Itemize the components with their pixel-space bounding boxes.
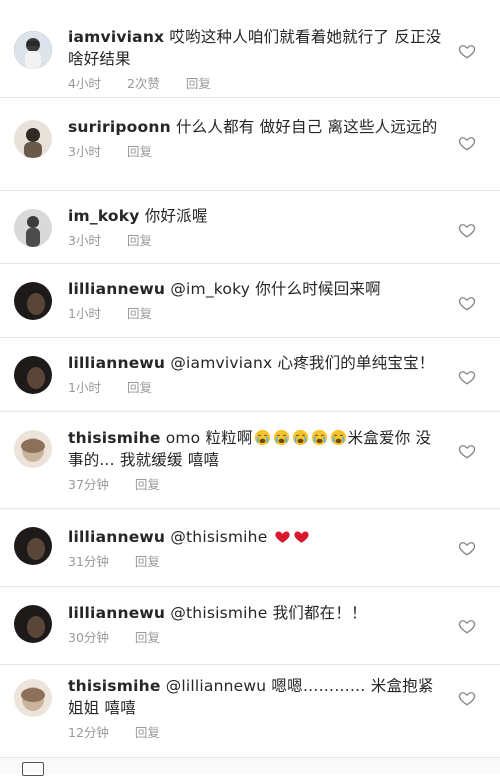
comment-item: lilliannewu @im_koky 你什么时候回来啊 1小时 回复 [0,264,500,338]
comment-meta: 3小时 回复 [68,144,444,160]
comment-body: @thisismihe [170,528,268,546]
comment-text: lilliannewu @im_koky 你什么时候回来啊 [68,278,444,300]
comment-time: 3小时 [68,233,101,248]
avatar[interactable] [14,31,52,69]
reply-button[interactable]: 回复 [135,630,160,645]
comment-username[interactable]: lilliannewu [68,354,165,372]
comment-time: 4小时 [68,76,101,91]
avatar[interactable] [14,209,52,247]
comment-meta: 1小时 回复 [68,380,444,396]
comment-username[interactable]: iamvivianx [68,28,164,46]
crying-face-icon [273,429,289,446]
comment-text: suriripoonn 什么人都有 做好自己 离这些人远远的 [68,116,444,138]
comment-body: @thisismihe 我们都在！！ [170,604,367,622]
comment-text: lilliannewu @thisismihe 我们都在！！ [68,602,444,624]
reply-button[interactable]: 回复 [127,144,152,159]
emoji-group [253,429,348,447]
red-heart-icon [274,531,290,543]
crying-face-icon [292,429,308,446]
comment-username[interactable]: suriripoonn [68,118,171,136]
comment-meta: 12分钟 回复 [68,725,444,741]
comment-body-start: omo 粒粒啊 [165,429,253,447]
comment-time: 1小时 [68,306,101,321]
comment-username[interactable]: im_koky [68,207,140,225]
comment-text: thisismihe omo 粒粒啊 米盒爱你 没事的... 我就缓缓 嘻嘻 [68,427,444,471]
comment-username[interactable]: thisismihe [68,677,161,695]
comment-meta: 37分钟 回复 [68,477,444,493]
reply-button[interactable]: 回复 [127,380,152,395]
comment-text: iamvivianx 哎哟这种人咱们就看着她就行了 反正没啥好结果 [68,26,444,70]
comment-username[interactable]: thisismihe [68,429,161,447]
comment-username[interactable]: lilliannewu [68,528,165,546]
crying-face-icon [330,429,346,446]
comment-text: im_koky 你好派喔 [68,205,444,227]
comment-time: 31分钟 [68,554,109,569]
avatar[interactable] [14,679,52,717]
heart-outline-icon[interactable] [458,134,476,152]
heart-outline-icon[interactable] [458,689,476,707]
comment-meta: 3小时 回复 [68,233,444,249]
comment-meta: 4小时 2次赞 回复 [68,76,444,92]
comment-item: lilliannewu @thisismihe 31分钟 回复 [0,509,500,587]
comment-time: 3小时 [68,144,101,159]
heart-outline-icon[interactable] [458,294,476,312]
comment-time: 30分钟 [68,630,109,645]
comment-time: 12分钟 [68,725,109,740]
crying-face-icon [311,429,327,446]
comment-body: 什么人都有 做好自己 离这些人远远的 [175,118,438,136]
comment-text: lilliannewu @thisismihe [68,526,444,548]
comment-text: thisismihe @lilliannewu 嗯嗯………… 米盒抱紧姐姐 嘻嘻 [68,675,444,719]
comment-body: @im_koky 你什么时候回来啊 [170,280,381,298]
avatar[interactable] [14,605,52,643]
comment-body: 你好派喔 [144,207,208,225]
comment-body: @iamvivianx 心疼我们的单纯宝宝！ [170,354,435,372]
heart-outline-icon[interactable] [458,539,476,557]
avatar[interactable] [14,120,52,158]
reply-button[interactable]: 回复 [127,233,152,248]
comment-meta: 1小时 回复 [68,306,444,322]
comment-username[interactable]: lilliannewu [68,280,165,298]
heart-outline-icon[interactable] [458,221,476,239]
comment-text: lilliannewu @iamvivianx 心疼我们的单纯宝宝！ [68,352,444,374]
red-heart-group [273,528,311,546]
reply-button[interactable]: 回复 [186,76,211,91]
comment-username[interactable]: lilliannewu [68,604,165,622]
crying-face-icon [254,429,270,446]
comment-item: suriripoonn 什么人都有 做好自己 离这些人远远的 3小时 回复 [0,98,500,191]
comment-item: thisismihe @lilliannewu 嗯嗯………… 米盒抱紧姐姐 嘻嘻… [0,665,500,758]
comment-time: 1小时 [68,380,101,395]
bottom-bar [0,758,500,776]
heart-outline-icon[interactable] [458,368,476,386]
comment-meta: 30分钟 回复 [68,630,444,646]
heart-outline-icon[interactable] [458,442,476,460]
heart-outline-icon[interactable] [458,42,476,60]
avatar[interactable] [14,527,52,565]
red-heart-icon [293,531,309,543]
reply-button[interactable]: 回复 [135,725,160,740]
comment-time: 37分钟 [68,477,109,492]
avatar[interactable] [14,356,52,394]
avatar[interactable] [14,430,52,468]
comment-item: lilliannewu @thisismihe 我们都在！！ 30分钟 回复 [0,587,500,665]
reply-button[interactable]: 回复 [135,477,160,492]
comment-meta: 31分钟 回复 [68,554,444,570]
comment-likes[interactable]: 2次赞 [127,76,160,91]
reply-button[interactable]: 回复 [135,554,160,569]
comment-item: im_koky 你好派喔 3小时 回复 [0,191,500,264]
comment-item: thisismihe omo 粒粒啊 米盒爱你 没事的... 我就缓缓 嘻嘻 37… [0,412,500,509]
avatar[interactable] [14,282,52,320]
comment-item: iamvivianx 哎哟这种人咱们就看着她就行了 反正没啥好结果 4小时 2次… [0,0,500,98]
heart-outline-icon[interactable] [458,617,476,635]
reply-button[interactable]: 回复 [127,306,152,321]
comment-item: lilliannewu @iamvivianx 心疼我们的单纯宝宝！ 1小时 回… [0,338,500,412]
comment-input-icon[interactable] [22,762,44,776]
comment-list: iamvivianx 哎哟这种人咱们就看着她就行了 反正没啥好结果 4小时 2次… [0,0,500,776]
